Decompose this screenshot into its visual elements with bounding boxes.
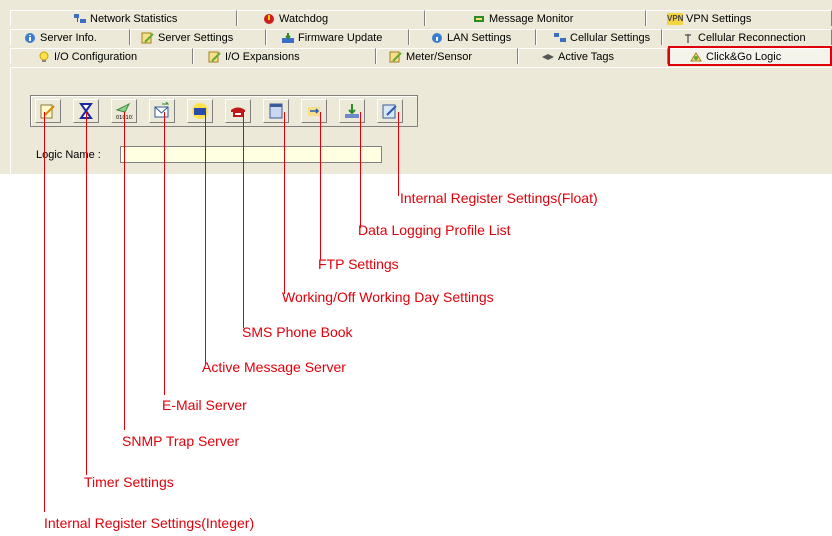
logic-name-label: Logic Name : [36,149,101,161]
data-logging-icon [345,104,359,118]
message-monitor-icon [474,15,484,22]
tab-server-info[interactable]: Server Info. [10,29,130,45]
tab-label: Message Monitor [489,12,574,25]
tab-label: Server Settings [158,31,234,44]
tab-label: Server Info. [40,31,97,44]
tab-label: I/O Expansions [225,50,300,63]
calendar-icon [269,103,283,119]
leader-line-internal-register-integer [44,112,45,512]
tab-label: Cellular Reconnection [698,31,806,44]
ftp-settings-button[interactable] [301,99,327,123]
click-go-logic-highlight [668,46,832,66]
tab-watchdog[interactable]: Watchdog [237,10,425,26]
logic-name-input[interactable] [120,146,382,163]
float-register-icon [382,104,397,119]
edit-icon [40,104,55,119]
tab-io-expansions[interactable]: I/O Expansions [193,48,376,64]
meter-icon [389,51,402,62]
data-logging-profile-list-button[interactable] [339,99,365,123]
tab-label: LAN Settings [447,31,512,44]
tab-label: Meter/Sensor [406,50,473,63]
callout-email-server: E-Mail Server [162,397,247,413]
tab-row-2: Server Info. Server Settings Firmware Up… [10,29,832,46]
leader-line-internal-register-float [398,112,399,196]
callout-working-day-settings: Working/Off Working Day Settings [282,289,494,305]
tab-label: Cellular Settings [570,31,651,44]
callout-active-message-server: Active Message Server [202,359,346,375]
network-stats-icon [74,13,86,23]
bulb-icon [39,51,49,62]
leader-line-data-logging-profile-list [360,112,361,228]
active-message-server-button[interactable] [187,99,213,123]
email-icon [154,102,170,118]
working-day-settings-button[interactable] [263,99,289,123]
tab-lan-settings[interactable]: LAN Settings [409,29,536,45]
leader-line-active-message-server [205,112,206,364]
leader-line-timer-settings [86,112,87,475]
tab-label: Firmware Update [298,31,383,44]
leader-line-ftp-settings [320,112,321,260]
lan-icon [432,32,442,43]
email-server-button[interactable] [149,99,175,123]
tab-row-1: Network Statistics Watchdog Message Moni… [10,10,832,27]
leader-line-email-server [164,112,165,395]
callout-internal-register-integer: Internal Register Settings(Integer) [44,515,255,531]
tab-meter-sensor[interactable]: Meter/Sensor [376,48,518,64]
expansion-icon [208,51,221,62]
callout-sms-phone-book: SMS Phone Book [242,324,353,340]
tab-label: Active Tags [558,50,615,63]
tab-vpn-settings[interactable]: VPN VPN Settings [646,10,832,26]
sms-phone-book-button[interactable] [225,99,251,123]
tab-label: I/O Configuration [54,50,138,63]
tab-active-tags[interactable]: Active Tags [518,48,668,64]
callout-timer-settings: Timer Settings [84,474,174,490]
internal-register-float-button[interactable] [377,99,403,123]
tab-firmware-update[interactable]: Firmware Update [266,29,409,45]
tab-label: Network Statistics [90,12,178,25]
vpn-icon: VPN [667,12,684,25]
tab-message-monitor[interactable]: Message Monitor [425,10,646,26]
tab-network-statistics[interactable]: Network Statistics [10,10,237,26]
tags-icon [542,53,554,60]
leader-line-snmp-trap-server [124,112,125,430]
phone-icon [231,107,245,117]
active-message-icon [192,103,208,119]
leader-line-sms-phone-book [243,112,244,328]
callout-data-logging-profile-list: Data Logging Profile List [358,222,511,238]
callout-ftp-settings: FTP Settings [318,256,399,272]
watchdog-icon [264,13,274,24]
tab-cellular-settings[interactable]: Cellular Settings [536,29,662,45]
tab-io-configuration[interactable]: I/O Configuration [10,48,193,64]
server-settings-icon [141,32,154,43]
callout-internal-register-float: Internal Register Settings(Float) [400,190,598,206]
leader-line-working-day-settings [284,112,285,294]
callout-snmp-trap-server: SNMP Trap Server [122,433,240,449]
antenna-icon [685,33,691,43]
tab-server-settings[interactable]: Server Settings [130,29,266,45]
info-icon [25,32,35,43]
internal-register-integer-button[interactable] [35,99,61,123]
tab-label: Watchdog [279,12,329,25]
tab-cellular-reconnection[interactable]: Cellular Reconnection [662,29,832,45]
firmware-icon [282,32,294,43]
cellular-icon [554,32,566,42]
tab-label: VPN Settings [686,12,752,25]
